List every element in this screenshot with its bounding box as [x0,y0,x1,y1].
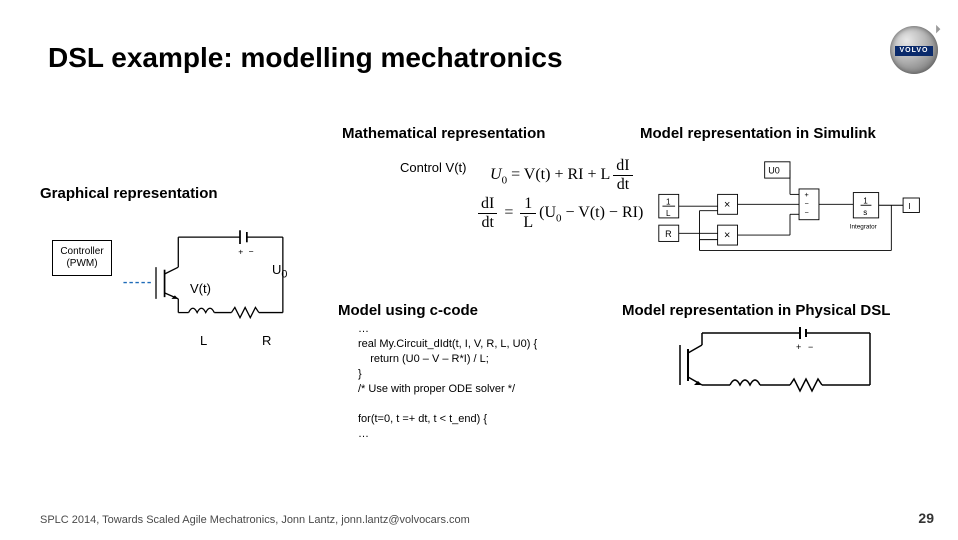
sim-1: 1 [666,197,671,206]
heading-ccode: Model using c-code [338,302,478,319]
sim-int-label: Integrator [850,224,877,231]
equation-2: dIdt = 1L(U0 − V(t) − RI) [475,193,643,234]
heading-graphical: Graphical representation [40,185,320,202]
svg-text:+: + [804,190,808,199]
volvo-logo: VOLVO [890,26,938,74]
heading-simulink: Model representation in Simulink [640,125,940,142]
logo-text: VOLVO [895,46,933,56]
physdsl-diagram: + − [660,325,910,405]
svg-text:+: + [796,342,801,352]
sim-mult1: × [724,199,730,211]
svg-text:−: − [808,342,813,352]
simulink-diagram: U0 1 L R × × + − − 1 s Integrator I [640,160,940,255]
slide-title: DSL example: modelling mechatronics [48,42,563,74]
sim-L: L [666,209,671,218]
l-label: L [200,333,207,348]
sim-int-num: 1 [863,196,868,205]
page-number: 29 [918,510,934,526]
heading-physdsl: Model representation in Physical DSL [622,302,890,319]
equation-1: U0 = V(t) + RI + LdIdt [490,155,636,196]
sim-R: R [665,229,672,239]
svg-text:−: − [804,199,808,208]
sim-mult2: × [724,230,730,242]
ccode-block: … real My.Circuit_dIdt(t, I, V, R, L, U0… [358,322,537,442]
control-vt-label: Control V(t) [400,160,466,175]
footer-text: SPLC 2014, Towards Scaled Agile Mechatro… [40,514,470,526]
sim-u0-block: U0 [768,166,780,176]
sim-int-den: s [863,208,867,217]
heading-math: Mathematical representation [342,125,622,142]
svg-text:−: − [804,208,808,217]
sim-out: I [909,202,911,211]
u0-label: U0 [272,262,287,281]
r-label: R [262,333,271,348]
svg-text:+: + [238,246,243,256]
svg-text:−: − [249,246,254,256]
vt-label: V(t) [190,281,211,296]
